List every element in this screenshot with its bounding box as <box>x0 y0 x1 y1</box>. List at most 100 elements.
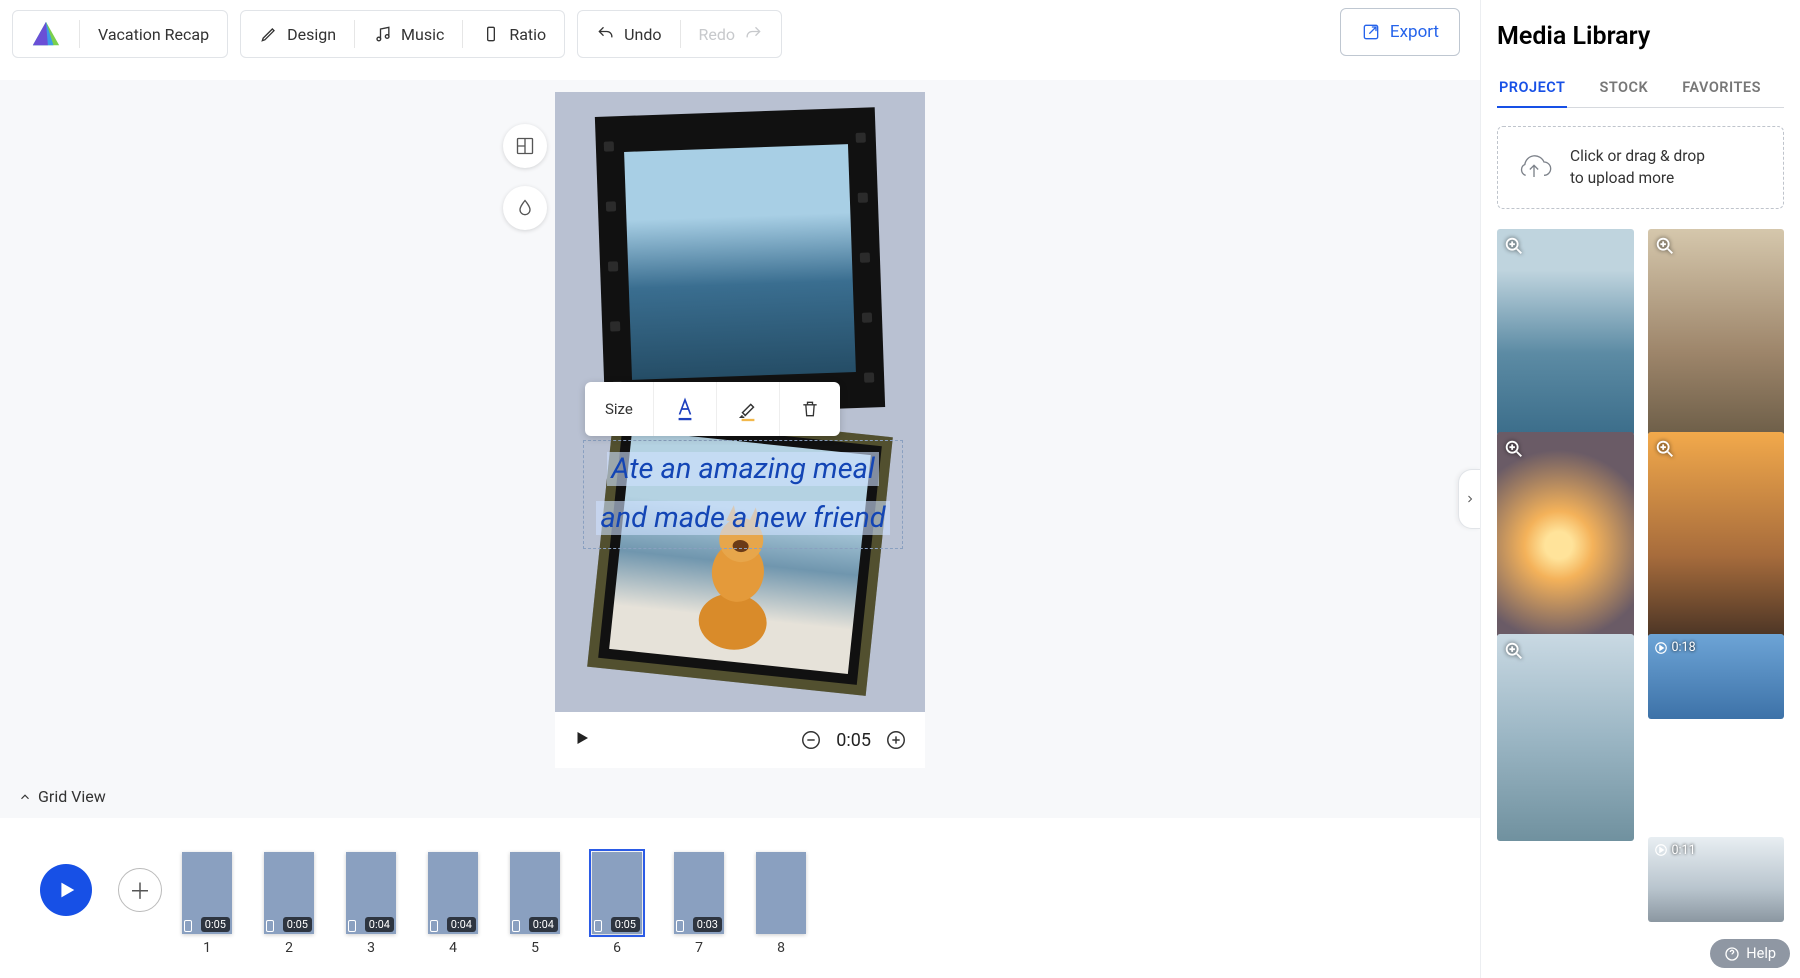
slide-thumbnail: 0:04 <box>428 852 478 934</box>
app-logo[interactable] <box>13 11 79 57</box>
chevron-right-icon <box>1464 493 1476 505</box>
video-duration: 0:18 <box>1672 640 1696 655</box>
slide-thumbnail: 0:05 <box>264 852 314 934</box>
timeline-slide[interactable]: 0:03 7 <box>674 852 724 956</box>
slide-number: 3 <box>367 940 375 956</box>
text-size-label: Size <box>605 400 633 418</box>
timeline-slide[interactable]: 0:04 5 <box>510 852 560 956</box>
layout-button[interactable] <box>503 124 547 168</box>
layout-icon <box>515 136 535 156</box>
chevron-up-icon <box>18 790 32 804</box>
library-item[interactable] <box>1497 229 1634 436</box>
portrait-icon <box>430 920 438 932</box>
caption-text[interactable]: Ate an amazing meal and made a new frien… <box>590 445 896 544</box>
library-item[interactable] <box>1648 229 1785 436</box>
history-group: Undo Redo <box>577 10 782 58</box>
help-icon <box>1724 946 1740 962</box>
ratio-button[interactable]: Ratio <box>463 11 564 57</box>
color-button[interactable] <box>503 186 547 230</box>
slide-duration-value: 0:05 <box>836 730 871 751</box>
slide-number: 7 <box>695 940 703 956</box>
slide-thumbnail: 0:05 <box>182 852 232 934</box>
export-button[interactable]: Export <box>1340 8 1460 56</box>
slide-duration: 0:05 <box>283 917 312 932</box>
preview-play-button[interactable] <box>573 729 591 751</box>
design-label: Design <box>287 25 336 44</box>
video-duration: 0:11 <box>1672 843 1696 858</box>
slide-duration: 0:03 <box>693 917 722 932</box>
portrait-icon <box>512 920 520 932</box>
canvas-area: Size Ate an amazing meal and made a new … <box>0 80 1480 818</box>
slide-thumbnail: 0:03 <box>674 852 724 934</box>
add-slide-button[interactable]: ＋ <box>118 868 162 912</box>
tab-project[interactable]: PROJECT <box>1497 69 1567 108</box>
undo-icon <box>596 24 616 44</box>
library-item[interactable] <box>1648 432 1785 639</box>
library-grid: 0:18 0:11 <box>1497 229 1784 962</box>
magnify-icon <box>1503 438 1525 460</box>
upload-dropzone[interactable]: Click or drag & drop to upload more <box>1497 126 1784 209</box>
project-name[interactable]: Vacation Recap <box>80 11 227 57</box>
preview-canvas[interactable]: Size Ate an amazing meal and made a new … <box>555 92 925 712</box>
portrait-icon <box>266 920 274 932</box>
text-font-button[interactable] <box>654 382 717 436</box>
collapse-library-handle[interactable] <box>1458 469 1480 529</box>
slide-duration: 0:04 <box>365 917 394 932</box>
music-icon <box>373 24 393 44</box>
magnify-icon <box>1503 235 1525 257</box>
design-group: Design Music Ratio <box>240 10 565 58</box>
ratio-icon <box>481 24 501 44</box>
timeline-slide[interactable]: 0:04 4 <box>428 852 478 956</box>
slide-number: 2 <box>285 940 293 956</box>
duration-increase-button[interactable] <box>885 729 907 751</box>
library-item-video[interactable]: 0:11 <box>1648 837 1785 922</box>
slide-duration: 0:05 <box>201 917 230 932</box>
highlight-icon <box>737 396 759 422</box>
caption-line-2: and made a new friend <box>596 501 889 535</box>
canvas-side-tools <box>503 124 547 230</box>
slide-number: 5 <box>531 940 539 956</box>
design-button[interactable]: Design <box>241 11 354 57</box>
library-item[interactable] <box>1497 634 1634 841</box>
timeline-play-button[interactable] <box>40 864 92 916</box>
undo-label: Undo <box>624 25 661 44</box>
timeline: ＋ 0:0510:0520:0430:0440:0450:0560:0378 <box>0 828 1480 978</box>
text-delete-button[interactable] <box>780 382 840 436</box>
duration-decrease-button[interactable] <box>800 729 822 751</box>
caption-line-1: Ate an amazing meal <box>607 452 879 486</box>
grid-view-toggle[interactable]: Grid View <box>18 787 106 806</box>
export-icon <box>1361 22 1381 42</box>
music-button[interactable]: Music <box>355 11 462 57</box>
timeline-slide[interactable]: 8 <box>756 852 806 956</box>
help-button[interactable]: Help <box>1710 939 1790 968</box>
ratio-label: Ratio <box>509 25 546 44</box>
text-size-button[interactable]: Size <box>585 382 654 436</box>
slide-number: 8 <box>777 940 785 956</box>
music-label: Music <box>401 25 444 44</box>
text-highlight-button[interactable] <box>717 382 780 436</box>
grid-view-label: Grid View <box>38 787 106 806</box>
library-tabs: PROJECT STOCK FAVORITES <box>1497 69 1784 108</box>
undo-button[interactable]: Undo <box>578 11 679 57</box>
redo-icon <box>743 24 763 44</box>
export-label: Export <box>1390 22 1439 42</box>
library-item-video[interactable]: 0:18 <box>1648 634 1785 719</box>
tab-favorites[interactable]: FAVORITES <box>1680 69 1763 107</box>
timeline-slide[interactable]: 0:04 3 <box>346 852 396 956</box>
library-title: Media Library <box>1497 22 1784 51</box>
timeline-slide[interactable]: 0:056 <box>592 852 642 956</box>
play-circle-icon <box>1654 843 1668 857</box>
timeline-slide[interactable]: 0:05 2 <box>264 852 314 956</box>
magnify-icon <box>1503 640 1525 662</box>
tab-stock[interactable]: STOCK <box>1597 69 1650 107</box>
project-group: Vacation Recap <box>12 10 228 58</box>
slide-number: 4 <box>449 940 457 956</box>
top-toolbar: Vacation Recap Design Music Ratio Undo R… <box>12 8 1460 60</box>
library-item[interactable] <box>1497 432 1634 639</box>
slide-thumbnail: 0:04 <box>510 852 560 934</box>
pencil-icon <box>259 24 279 44</box>
film-photo-top[interactable] <box>595 107 885 417</box>
text-block-selected[interactable]: Ate an amazing meal and made a new frien… <box>583 440 903 549</box>
magnify-icon <box>1654 438 1676 460</box>
timeline-slide[interactable]: 0:051 <box>182 852 232 956</box>
